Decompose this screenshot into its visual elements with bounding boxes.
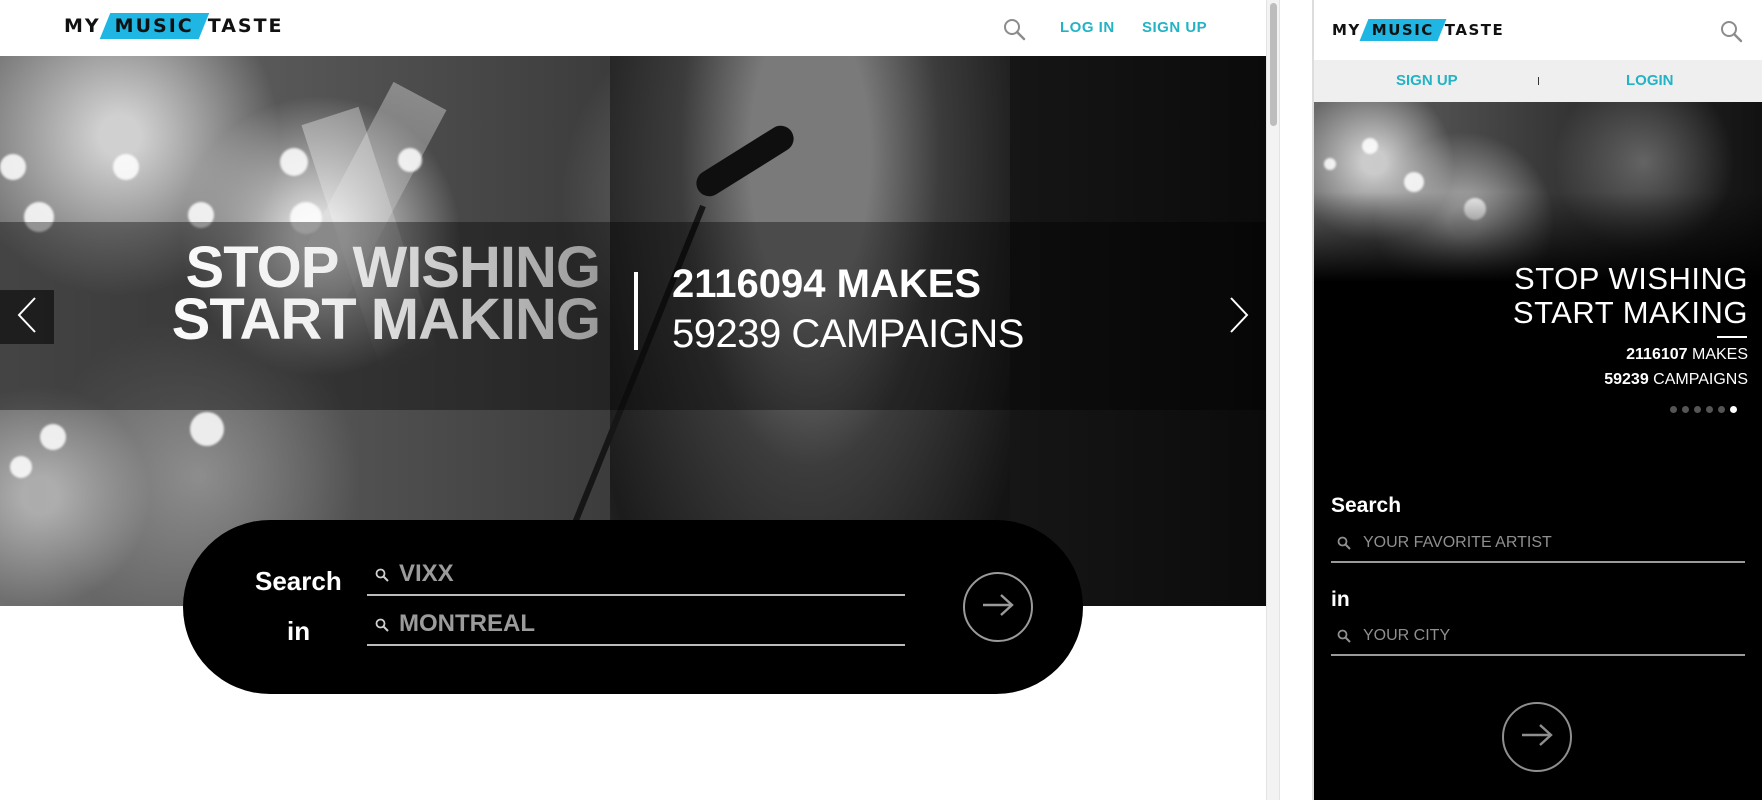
search-icon[interactable] [1002,17,1026,46]
mobile-hero-image [1314,102,1762,282]
hero-divider [634,272,638,350]
logo[interactable]: MY MUSIC TASTE [64,15,284,37]
slider-dot[interactable] [1670,406,1677,413]
login-link[interactable]: LOG IN [1060,19,1115,36]
arrow-right-icon [1520,723,1554,752]
logo-taste: TASTE [1444,21,1505,39]
makes-count: 2116107 MAKES [1626,346,1748,364]
stage-light [40,424,66,450]
in-label: in [1331,588,1350,611]
logo-music: MUSIC [1364,21,1442,39]
campaigns-number: 59239 [1604,371,1649,388]
stage-light [190,412,224,446]
mobile-auth-bar: SIGN UP LOGIN [1314,60,1762,102]
slogan-line-1: STOP WISHING [1514,261,1748,296]
search-icon [1337,536,1351,555]
stage-light [1324,158,1336,170]
mobile-hero-slogan: STOP WISHING START MAKING [1513,262,1748,330]
slider-dot[interactable] [1730,406,1737,413]
login-link[interactable]: LOGIN [1626,72,1674,89]
logo-my: MY [1332,21,1361,39]
campaigns-count: 59239 CAMPAIGNS [1604,371,1748,389]
in-label: in [287,616,311,646]
artist-field [367,556,905,596]
makes-count: 2116094 MAKES [672,262,982,306]
logo-taste: TASTE [207,15,284,37]
search-icon[interactable] [1719,19,1743,48]
viewport-gap [1280,0,1312,800]
search-panel: Search in [183,520,1083,694]
artist-input[interactable] [1363,530,1733,556]
city-field [367,606,905,646]
page-scrollbar[interactable] [1266,0,1280,800]
mobile-view: MY MUSIC TASTE SIGN UP LOGIN STOP WISHIN… [1312,0,1762,800]
slider-dot[interactable] [1682,406,1689,413]
slider-dots [1670,406,1737,413]
stage-light [1362,138,1378,154]
logo-my: MY [64,15,101,37]
search-label: Search [1331,494,1402,517]
city-input[interactable] [1363,623,1733,649]
scrollbar-thumb[interactable] [1270,3,1277,126]
mobile-header: MY MUSIC TASTE [1314,0,1762,60]
slider-prev-button[interactable] [0,290,54,344]
slogan-line-2: START MAKING [1512,295,1748,330]
chevron-left-icon [16,296,38,339]
city-field [1331,620,1745,656]
artist-input[interactable] [399,558,889,590]
slider-dot[interactable] [1694,406,1701,413]
arrow-right-icon [981,593,1015,622]
city-input[interactable] [399,608,889,640]
slider-dot[interactable] [1718,406,1725,413]
search-submit-button[interactable] [1502,702,1572,772]
desktop-header: MY MUSIC TASTE LOG IN SIGN UP [0,0,1266,56]
signup-link[interactable]: SIGN UP [1396,72,1458,89]
stage-light [0,154,26,180]
makes-number: 2116107 [1626,346,1688,363]
makes-label: MAKES [1691,346,1748,363]
slider-next-button[interactable] [1212,290,1266,344]
search-submit-button[interactable] [963,572,1033,642]
stage-light [280,148,308,176]
logo[interactable]: MY MUSIC TASTE [1332,21,1504,39]
slider-dot[interactable] [1706,406,1713,413]
artist-field [1331,527,1745,563]
signup-link[interactable]: SIGN UP [1142,19,1207,36]
stage-light [398,148,422,172]
auth-separator [1538,77,1539,85]
campaigns-count: 59239 CAMPAIGNS [672,312,1024,356]
search-label: Search [255,566,342,596]
chevron-right-icon [1228,296,1250,339]
stage-light [10,456,32,478]
search-icon [1337,629,1351,648]
search-icon [375,618,389,637]
hero-rule [1717,336,1747,338]
desktop-view: MY MUSIC TASTE LOG IN SIGN UP STOP WISHI… [0,0,1266,800]
slogan-line-2: START MAKING [171,287,600,352]
stage-light [113,154,139,180]
hero-slogan: STOP WISHING START MAKING [100,242,600,346]
stage-light [1464,198,1486,220]
campaigns-label: CAMPAIGNS [1653,371,1748,388]
stage-light [1404,172,1424,192]
logo-music: MUSIC [105,15,204,37]
search-icon [375,568,389,587]
